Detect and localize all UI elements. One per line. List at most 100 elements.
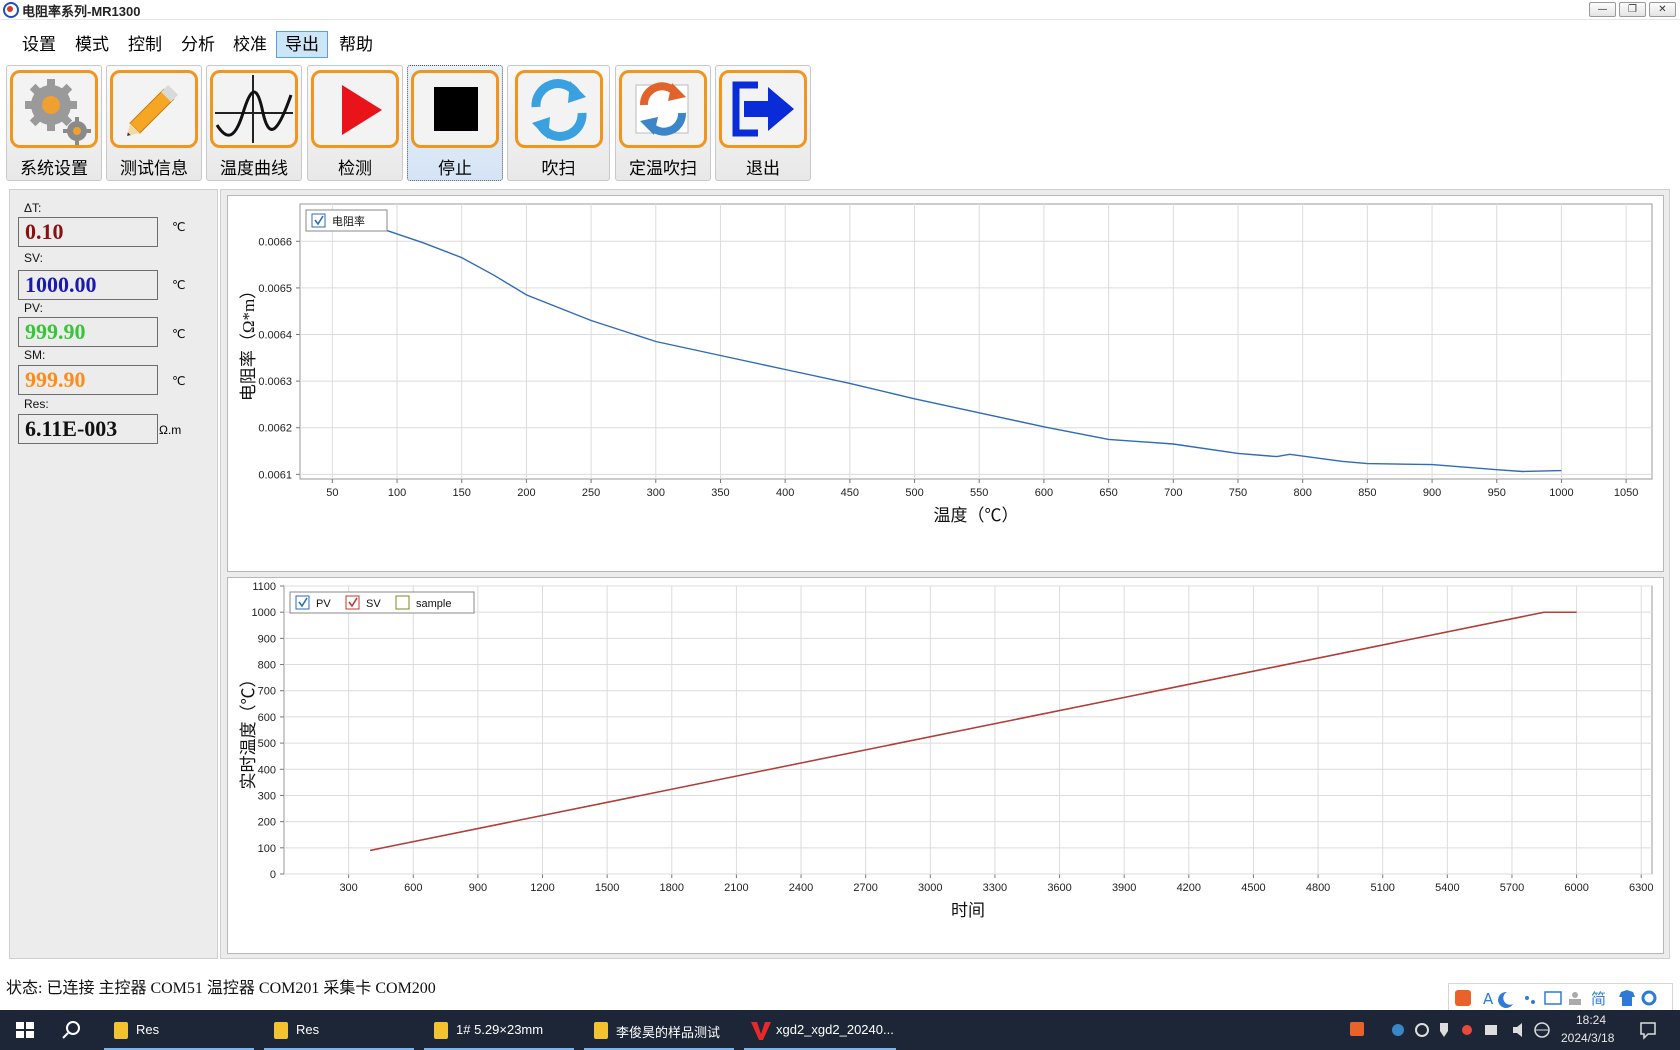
x-tick-label: 5100 bbox=[1370, 882, 1394, 894]
y-tick-label: 100 bbox=[258, 843, 276, 855]
x-tick-label: 1000 bbox=[1549, 487, 1573, 499]
exit-button[interactable]: 退出 bbox=[715, 65, 811, 181]
task-sample-folder[interactable]: 1# 5.29×23mm bbox=[424, 1010, 574, 1050]
folder-icon bbox=[114, 1022, 128, 1039]
x-tick-label: 650 bbox=[1099, 487, 1117, 499]
detect-label: 检测 bbox=[338, 159, 372, 178]
x-tick-label: 800 bbox=[1293, 487, 1311, 499]
stop-icon bbox=[411, 70, 499, 148]
title-bar: 电阻率系列-MR1300 — ❐ ✕ bbox=[0, 0, 1680, 20]
ime-language[interactable]: 简 bbox=[1591, 988, 1606, 1009]
clock-time[interactable]: 18:24 bbox=[1576, 1013, 1606, 1027]
close-button[interactable]: ✕ bbox=[1649, 2, 1676, 17]
sweep-label: 吹扫 bbox=[541, 159, 576, 178]
x-tick-label: 5700 bbox=[1500, 882, 1524, 894]
task-res-1[interactable]: Res bbox=[104, 1010, 254, 1050]
notification-icon[interactable] bbox=[1633, 1010, 1663, 1050]
legend-checkbox-SV[interactable] bbox=[345, 595, 360, 610]
sweep-button[interactable]: 吹扫 bbox=[507, 65, 610, 181]
task-label: Res bbox=[296, 1022, 320, 1037]
res-label: Res: bbox=[24, 397, 49, 411]
refresh-icon bbox=[514, 70, 603, 148]
sm-label: SM: bbox=[24, 348, 46, 362]
legend-checkbox-PV[interactable] bbox=[295, 595, 310, 610]
x-tick-label: 2400 bbox=[789, 882, 813, 894]
y-tick-label: 1100 bbox=[252, 581, 276, 593]
y-tick-label: 0.0064 bbox=[258, 330, 292, 342]
windows-logo-icon bbox=[16, 1022, 34, 1038]
fixed-temp-sweep-label: 定温吹扫 bbox=[629, 159, 697, 178]
delta-t-label: ΔT: bbox=[24, 201, 42, 215]
ime-settings-icon bbox=[1641, 990, 1657, 1006]
legend-label-PV: PV bbox=[316, 598, 331, 610]
fixed-temp-sweep-button[interactable]: 定温吹扫 bbox=[615, 65, 711, 181]
legend-checkbox-电阻率[interactable] bbox=[311, 213, 326, 228]
x-tick-label: 550 bbox=[970, 487, 988, 499]
menu-settings[interactable]: 设置 bbox=[13, 31, 65, 58]
app-logo-icon bbox=[3, 2, 19, 18]
temperature-chart-panel: 300 600 900 1200 1500 1800 2100 2400 2700 3000 330… bbox=[227, 577, 1664, 954]
x-tick-label: 850 bbox=[1358, 487, 1376, 499]
task-label: 李俊昊的样品测试 bbox=[616, 1025, 721, 1040]
y-tick-label: 300 bbox=[258, 790, 276, 802]
detect-button[interactable]: 检测 bbox=[307, 65, 403, 181]
menu-analysis[interactable]: 分析 bbox=[172, 31, 224, 58]
x-tick-label: 4500 bbox=[1241, 882, 1265, 894]
pv-unit: ℃ bbox=[172, 327, 186, 341]
ime-logo-icon bbox=[1455, 990, 1471, 1006]
readout-panel: ΔT: 0.10 ℃ SV: 1000.00 ℃ PV: 999.90 ℃ SM… bbox=[9, 189, 218, 959]
x-tick-label: 3600 bbox=[1047, 882, 1071, 894]
search-icon bbox=[62, 1021, 80, 1039]
temperature-curve-label: 温度曲线 bbox=[220, 159, 288, 178]
tray-app-icon bbox=[1350, 1022, 1364, 1036]
plot-area bbox=[299, 203, 1653, 480]
x-tick-label: 3000 bbox=[918, 882, 942, 894]
y-axis-label: 实时温度（℃） bbox=[239, 671, 258, 790]
x-tick-label: 900 bbox=[469, 882, 487, 894]
restore-button[interactable]: ❐ bbox=[1619, 2, 1646, 17]
menu-control[interactable]: 控制 bbox=[119, 31, 171, 58]
x-tick-label: 1800 bbox=[660, 882, 684, 894]
folder-icon bbox=[434, 1022, 448, 1039]
curve-icon bbox=[210, 70, 298, 148]
legend-label-sample: sample bbox=[416, 598, 451, 610]
speaker-icon bbox=[1513, 1023, 1522, 1037]
menu-export[interactable]: 导出 bbox=[276, 31, 328, 58]
x-tick-label: 600 bbox=[404, 882, 422, 894]
tray-browser-icon bbox=[1392, 1024, 1404, 1036]
start-button[interactable] bbox=[8, 1010, 42, 1050]
system-settings-button[interactable]: 系统设置 bbox=[6, 65, 102, 181]
sm-value: 999.90 bbox=[18, 365, 158, 395]
menu-calibrate[interactable]: 校准 bbox=[224, 31, 276, 58]
search-button[interactable] bbox=[54, 1010, 88, 1050]
folder-icon bbox=[274, 1022, 288, 1039]
y-tick-label: 0.0061 bbox=[258, 469, 292, 481]
task-label: xgd2_xgd2_20240... bbox=[776, 1022, 894, 1037]
res-value: 6.11E-003 bbox=[18, 414, 158, 444]
stop-button[interactable]: 停止 bbox=[407, 65, 503, 181]
wps-icon bbox=[751, 1022, 771, 1040]
task-label: Res bbox=[136, 1022, 160, 1037]
menu-help[interactable]: 帮助 bbox=[330, 31, 382, 58]
menu-mode[interactable]: 模式 bbox=[66, 31, 118, 58]
legend-label-电阻率: 电阻率 bbox=[332, 214, 365, 228]
exit-icon bbox=[719, 70, 807, 148]
task-test-folder[interactable]: 李俊昊的样品测试 bbox=[584, 1010, 734, 1050]
ime-toolbar[interactable]: A 简 bbox=[1448, 983, 1673, 1011]
task-wps-document[interactable]: xgd2_xgd2_20240... bbox=[744, 1010, 896, 1050]
status-bar-text: 状态: 已连接 主控器 COM51 温控器 COM201 采集卡 COM200 bbox=[6, 980, 436, 997]
pencil-icon bbox=[110, 70, 198, 148]
x-tick-label: 3300 bbox=[983, 882, 1007, 894]
y-tick-label: 900 bbox=[258, 633, 276, 645]
temperature-curve-button[interactable]: 温度曲线 bbox=[206, 65, 302, 181]
y-tick-label: 1000 bbox=[252, 607, 276, 619]
task-res-2[interactable]: Res bbox=[264, 1010, 414, 1050]
minimize-button[interactable]: — bbox=[1589, 2, 1616, 17]
clock-date[interactable]: 2024/3/18 bbox=[1561, 1031, 1614, 1045]
x-tick-label: 500 bbox=[905, 487, 923, 499]
play-icon bbox=[311, 70, 399, 148]
window-title: 电阻率系列-MR1300 bbox=[22, 4, 141, 19]
test-info-button[interactable]: 测试信息 bbox=[106, 65, 202, 181]
legend-checkbox-sample[interactable] bbox=[395, 595, 410, 610]
task-label: 1# 5.29×23mm bbox=[456, 1022, 544, 1037]
